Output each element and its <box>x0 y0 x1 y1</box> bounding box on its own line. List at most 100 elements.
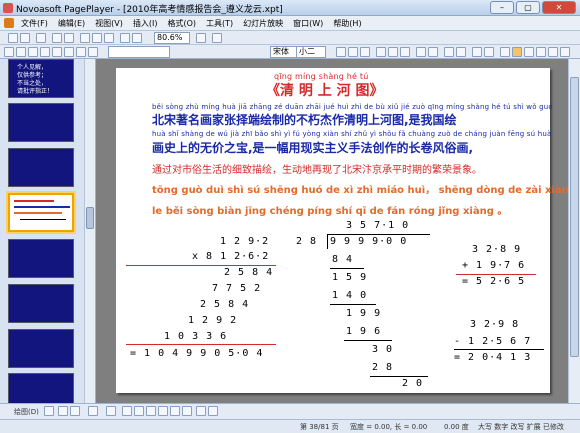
more-icon[interactable] <box>560 47 570 57</box>
align-left-icon[interactable] <box>376 47 386 57</box>
drawing-toolbar: 绘图(D) <box>0 403 580 419</box>
maximize-button[interactable]: ▢ <box>516 1 540 14</box>
save-icon[interactable] <box>36 33 46 43</box>
autoshape-icon[interactable] <box>70 406 80 416</box>
add-b: + 1 9·7 6 <box>462 260 526 271</box>
chart-icon[interactable] <box>40 47 50 57</box>
shape-icon[interactable] <box>52 47 62 57</box>
zoom-select[interactable]: 80.6% <box>154 32 190 44</box>
slide-thumbnail[interactable]: 个人见解， 仅供参考； 不当之处， 请批评指正！ <box>8 59 74 98</box>
line1-pinyin: běi sòng zhù míng huà jiā zhāng zé duān … <box>152 103 552 111</box>
slide-thumbnail[interactable] <box>8 148 74 187</box>
help-icon[interactable] <box>196 33 206 43</box>
slide-view-icon[interactable] <box>212 33 222 43</box>
cursor-icon[interactable] <box>106 406 116 416</box>
cut-icon[interactable] <box>80 33 90 43</box>
numbering-icon[interactable] <box>428 47 438 57</box>
picture-icon[interactable] <box>16 47 26 57</box>
undo-icon[interactable] <box>120 33 130 43</box>
div-r1: 8 4 <box>332 254 354 265</box>
thumbnail-scrollbar[interactable] <box>84 59 95 403</box>
menu-view[interactable]: 视图(V) <box>90 18 128 29</box>
effects-icon[interactable] <box>548 47 558 57</box>
new-icon[interactable] <box>8 33 18 43</box>
style-select[interactable] <box>108 46 170 58</box>
table-grid-icon[interactable] <box>88 47 98 57</box>
star-icon[interactable] <box>158 406 168 416</box>
status-bar: 第 38/81 页 宽度 = 0.00, 长 = 0.00 0.00 度 大写 … <box>0 419 580 433</box>
mult-p4: 1 2 9 2 <box>188 315 238 326</box>
open-icon[interactable] <box>20 33 30 43</box>
slide-thumbnail-panel: 个人见解， 仅供参考； 不当之处， 请批评指正！ <box>0 59 96 412</box>
minimize-button[interactable]: – <box>490 1 514 14</box>
oval-icon[interactable] <box>134 406 144 416</box>
draw-menu[interactable]: 绘图(D) <box>14 407 39 417</box>
font-style-icon[interactable] <box>512 47 522 57</box>
indent-icon[interactable] <box>444 47 454 57</box>
slide-thumbnail-active[interactable] <box>8 193 74 232</box>
menu-insert[interactable]: 插入(I) <box>128 18 163 29</box>
table-icon[interactable] <box>28 47 38 57</box>
menu-file[interactable]: 文件(F) <box>16 18 53 29</box>
mult-line-1 <box>126 265 276 266</box>
scroll-thumb[interactable] <box>86 207 94 229</box>
bold-icon[interactable] <box>336 47 346 57</box>
menu-help[interactable]: 帮助(H) <box>328 18 366 29</box>
bullets-icon[interactable] <box>416 47 426 57</box>
slide-title: 《清 明 上 河 图》 <box>266 83 384 99</box>
div-bracket <box>327 234 328 249</box>
align-right-icon[interactable] <box>400 47 410 57</box>
clipart-icon[interactable] <box>208 406 218 416</box>
select-icon[interactable] <box>44 406 54 416</box>
object-icon[interactable] <box>76 47 86 57</box>
slide-thumbnail[interactable] <box>8 103 74 142</box>
mult-p3: 2 5 8 4 <box>200 299 250 310</box>
line-color-icon[interactable] <box>524 47 534 57</box>
line1-text: 北宋著名画家张择端绘制的不朽杰作清明上河图,是我国绘 <box>152 113 457 127</box>
font-color-icon[interactable] <box>472 47 482 57</box>
copy-icon[interactable] <box>92 33 102 43</box>
menu-edit[interactable]: 编辑(E) <box>53 18 90 29</box>
slide-scrollbar[interactable] <box>568 59 580 403</box>
scroll-thumb[interactable] <box>570 77 579 357</box>
italic-icon[interactable] <box>348 47 358 57</box>
slide-thumbnail[interactable] <box>8 239 74 278</box>
dimension-readout: 宽度 = 0.00, 长 = 0.00 <box>350 423 428 431</box>
outdent-icon[interactable] <box>456 47 466 57</box>
line-icon[interactable] <box>122 406 132 416</box>
slide-thumbnail[interactable] <box>8 329 74 368</box>
font-size-select[interactable]: 小二 <box>296 46 326 58</box>
arrow-icon[interactable] <box>88 406 98 416</box>
redo-icon[interactable] <box>132 33 142 43</box>
mult-line-2 <box>126 344 276 345</box>
div-line <box>330 304 376 305</box>
slide-thumbnail[interactable] <box>8 284 74 323</box>
underline-icon[interactable] <box>360 47 370 57</box>
rectangle-icon[interactable] <box>146 406 156 416</box>
highlight-icon[interactable] <box>484 47 494 57</box>
preview-icon[interactable] <box>64 33 74 43</box>
menu-window[interactable]: 窗口(W) <box>288 18 328 29</box>
slide[interactable]: qīng míng shàng hé tú 《清 明 上 河 图》 běi sò… <box>116 68 569 393</box>
mult-p2: 7 7 5 2 <box>212 283 262 294</box>
menu-format[interactable]: 格式(O) <box>162 18 201 29</box>
div-r7: 2 8 <box>372 362 394 373</box>
document-icon[interactable] <box>4 18 14 28</box>
rotate-icon[interactable] <box>58 406 68 416</box>
mult-p5: 1 0 3 3 6 <box>164 331 228 342</box>
menu-slideshow[interactable]: 幻灯片放映 <box>238 18 288 29</box>
image-icon[interactable] <box>196 406 206 416</box>
close-button[interactable]: ✕ <box>542 1 576 14</box>
add-a: 3 2·8 9 <box>472 244 522 255</box>
sub-a: 3 2·9 8 <box>470 319 520 330</box>
print-icon[interactable] <box>52 33 62 43</box>
text-icon[interactable] <box>182 406 192 416</box>
shadow-icon[interactable] <box>536 47 546 57</box>
align-center-icon[interactable] <box>388 47 398 57</box>
menu-tools[interactable]: 工具(T) <box>201 18 238 29</box>
curve-icon[interactable] <box>170 406 180 416</box>
paste-icon[interactable] <box>104 33 114 43</box>
text-box-icon[interactable] <box>4 47 14 57</box>
link-icon[interactable] <box>64 47 74 57</box>
fill-icon[interactable] <box>500 47 510 57</box>
